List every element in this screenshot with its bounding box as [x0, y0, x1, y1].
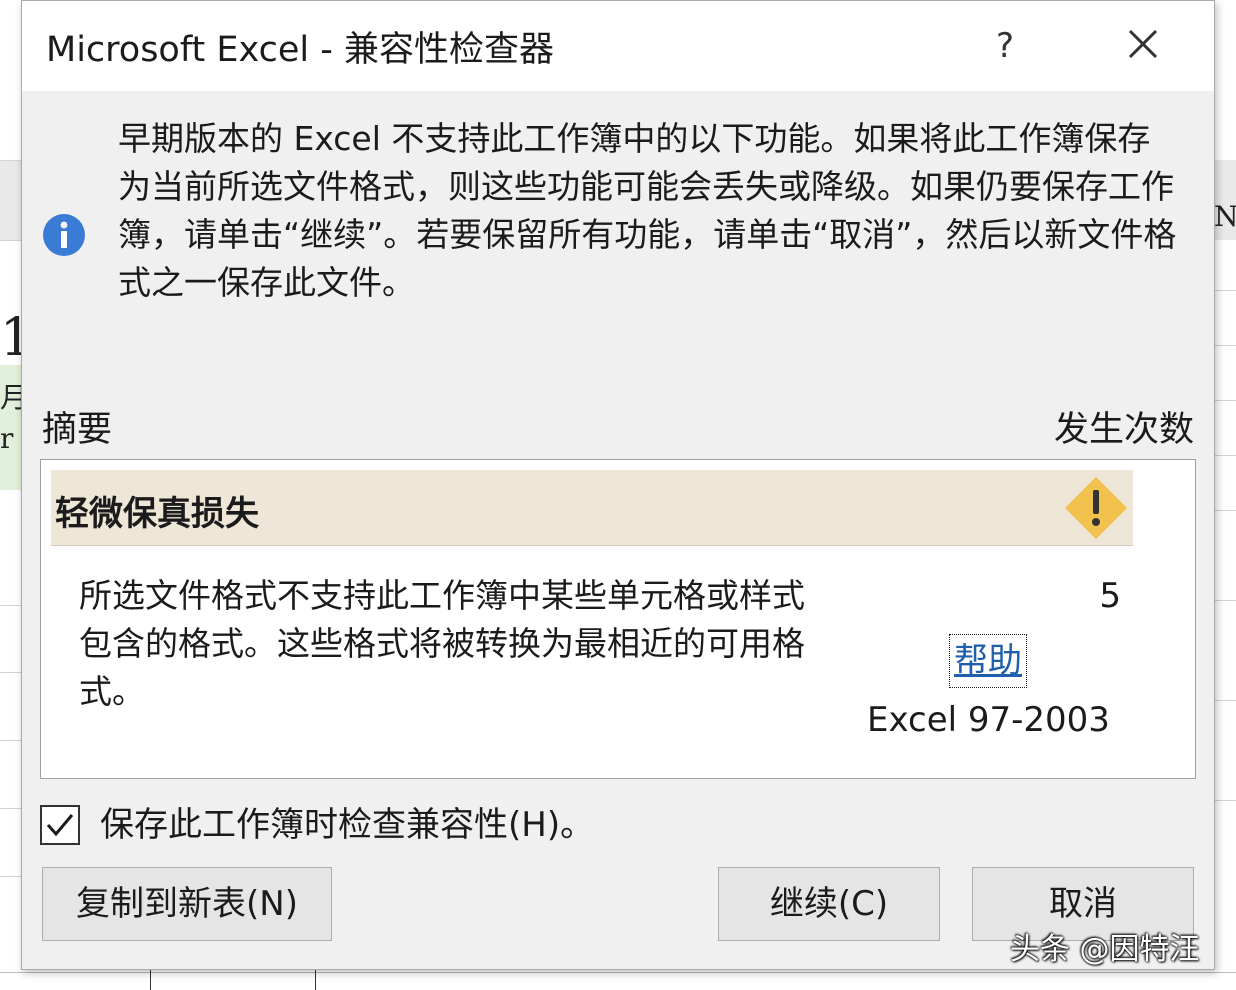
- grid-line: [1214, 455, 1236, 456]
- cell-fragment: N: [1214, 200, 1236, 233]
- grid-line: [315, 970, 316, 990]
- issue-version: Excel 97-2003: [867, 700, 1110, 740]
- row-header-strip-left: [0, 160, 22, 240]
- grid-line: [0, 605, 22, 606]
- grid-line: [0, 972, 1236, 973]
- grid-line: [0, 740, 22, 741]
- grid-line: [1214, 345, 1236, 346]
- grid-line: [1214, 600, 1236, 601]
- dialog-message: 早期版本的 Excel 不支持此工作簿中的以下功能。如果将此工作簿保存为当前所选…: [118, 119, 1177, 302]
- help-button[interactable]: ?: [980, 11, 1030, 81]
- occurrences-label: 发生次数: [1053, 410, 1194, 450]
- info-icon: [42, 213, 86, 257]
- grid-line: [1214, 800, 1236, 801]
- help-link[interactable]: 帮助: [949, 634, 1027, 688]
- grid-line: [1214, 700, 1236, 701]
- warning-icon: [1063, 475, 1129, 541]
- grid-line: [1214, 400, 1236, 401]
- grid-line: [0, 240, 22, 241]
- grid-line: [0, 160, 22, 161]
- category-header: 轻微保真损失: [51, 470, 1133, 546]
- summary-label: 摘要: [42, 410, 113, 450]
- close-button[interactable]: [1118, 19, 1168, 69]
- grid-line: [0, 876, 22, 877]
- grid-line: [150, 970, 151, 990]
- continue-button[interactable]: 继续(C): [718, 867, 940, 941]
- grid-line: [1214, 510, 1236, 511]
- compatibility-checker-dialog: Microsoft Excel - 兼容性检查器 ? 早期版本的 Excel 不…: [21, 0, 1215, 970]
- checkmark-icon: [46, 814, 74, 837]
- issue-description: 所选文件格式不支持此工作簿中某些单元格或样式包含的格式。这些格式将被转换为最相近…: [79, 576, 805, 711]
- grid-line: [0, 808, 22, 809]
- grid-line: [0, 672, 22, 673]
- close-icon: [1128, 29, 1158, 59]
- grid-line: [1214, 290, 1236, 291]
- issue-count: 5: [1099, 576, 1121, 616]
- category-title: 轻微保真损失: [55, 494, 259, 534]
- watermark-text: 头条 @因特汪: [1010, 932, 1200, 967]
- check-compatibility-label: 保存此工作簿时检查兼容性(H)。: [100, 805, 595, 845]
- check-compatibility-checkbox[interactable]: [40, 805, 80, 845]
- title-bar: Microsoft Excel - 兼容性检查器 ?: [22, 1, 1214, 91]
- copy-to-new-sheet-button[interactable]: 复制到新表(N): [42, 867, 332, 941]
- cell-fragment: r: [0, 422, 14, 455]
- dialog-title: Microsoft Excel - 兼容性检查器: [46, 30, 554, 70]
- issues-list[interactable]: 轻微保真损失 所选文件格式不支持此工作簿中某些单元格或样式包含的格式。这些格式将…: [40, 459, 1196, 779]
